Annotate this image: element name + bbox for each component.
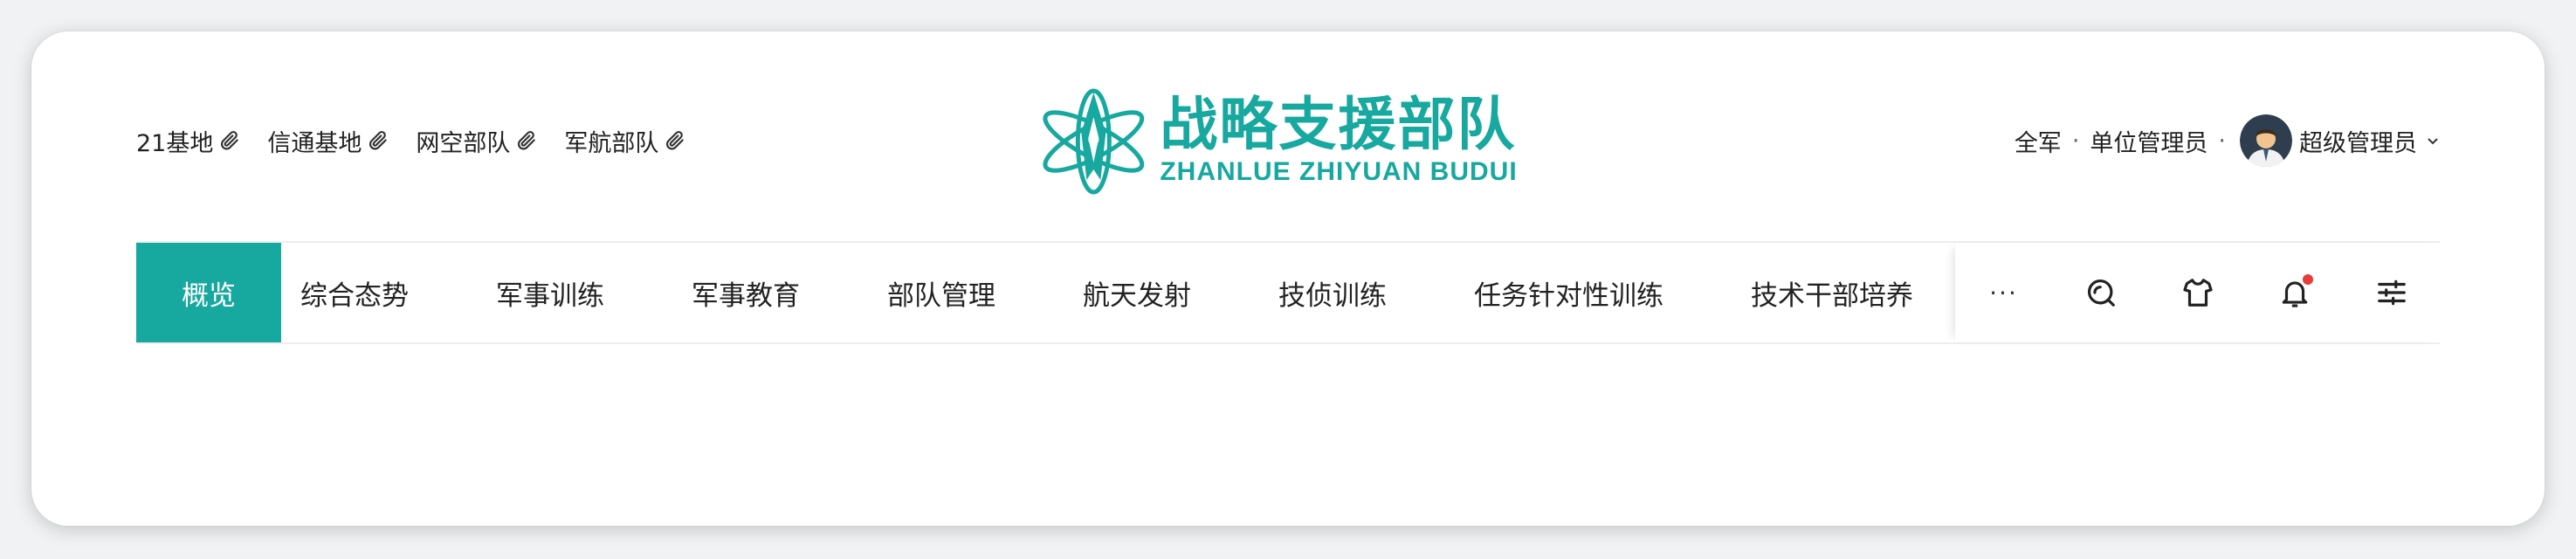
separator: ·	[2071, 127, 2080, 155]
tab-space-launch[interactable]: 航天发射	[1083, 243, 1191, 342]
tab-military-education[interactable]: 军事教育	[692, 243, 800, 342]
more-button[interactable]: ···	[1984, 273, 2024, 313]
logo[interactable]: 战略支援部队 ZHANLUE ZHIYUAN BUDUI	[1036, 84, 1517, 197]
search-icon	[2087, 279, 2115, 307]
more-dots: ···	[1989, 278, 2018, 307]
username[interactable]: 超级管理员	[2299, 124, 2417, 158]
tab-tech-recon-training[interactable]: 技侦训练	[1278, 243, 1387, 342]
quick-link-21-base[interactable]: 21基地	[136, 124, 241, 158]
user-area: 全军 · 单位管理员 · 超级管理员	[2015, 84, 2440, 197]
quick-link-label: 21基地	[136, 129, 214, 157]
paperclip-icon	[518, 130, 536, 150]
tab-military-training[interactable]: 军事训练	[496, 243, 604, 342]
role-label[interactable]: 单位管理员	[2090, 124, 2208, 158]
sliders-icon	[2377, 280, 2406, 306]
quick-link-label: 信通基地	[267, 129, 362, 157]
tab-unit-management[interactable]: 部队管理	[887, 243, 995, 342]
avatar[interactable]	[2240, 114, 2292, 167]
tab-overview[interactable]: 概览	[136, 243, 281, 342]
quick-link-label: 网空部队	[416, 129, 511, 157]
top-bar: 21基地 信通基地 网空部队 军航部队 战略支援部队 ZHANLUE ZHIYU…	[136, 84, 2440, 197]
separator: ·	[2218, 127, 2226, 155]
atom-rocket-logo-icon	[1043, 88, 1145, 195]
notifications-button[interactable]	[2275, 273, 2315, 313]
skin-button[interactable]	[2178, 273, 2218, 313]
search-button[interactable]	[2081, 273, 2121, 313]
quick-link-aviation-force[interactable]: 军航部队	[564, 124, 686, 158]
quick-link-cyber-force[interactable]: 网空部队	[416, 124, 538, 158]
quick-link-label: 军航部队	[564, 129, 659, 157]
tab-comprehensive-situation[interactable]: 综合态势	[300, 243, 409, 342]
tab-tech-cadre-training[interactable]: 技术干部培养	[1751, 243, 1913, 342]
notification-dot	[2302, 274, 2313, 285]
chevron-down-icon[interactable]	[2426, 134, 2440, 148]
main-nav: 概览 综合态势 军事训练 军事教育 部队管理 航天发射 技侦训练 任务针对性训练…	[136, 241, 2440, 344]
paperclip-icon	[666, 130, 685, 150]
settings-button[interactable]	[2372, 273, 2412, 313]
quick-link-xintong-base[interactable]: 信通基地	[267, 124, 389, 158]
logo-title-en: ZHANLUE ZHIYUAN BUDUI	[1160, 157, 1518, 186]
nav-tabs: 概览 综合态势 军事训练 军事教育 部队管理 航天发射 技侦训练 任务针对性训练…	[136, 243, 1955, 342]
paperclip-icon	[369, 130, 388, 150]
scope-label[interactable]: 全军	[2015, 124, 2062, 158]
paperclip-icon	[221, 130, 239, 150]
nav-tools: ···	[1955, 243, 2440, 342]
tab-mission-training[interactable]: 任务针对性训练	[1474, 243, 1663, 342]
quick-links: 21基地 信通基地 网空部队 军航部队	[136, 84, 686, 197]
header-card: 21基地 信通基地 网空部队 军航部队 战略支援部队 ZHANLUE ZHIYU…	[31, 31, 2545, 526]
shirt-icon	[2182, 279, 2213, 307]
logo-title-cn: 战略支援部队	[1160, 91, 1517, 158]
